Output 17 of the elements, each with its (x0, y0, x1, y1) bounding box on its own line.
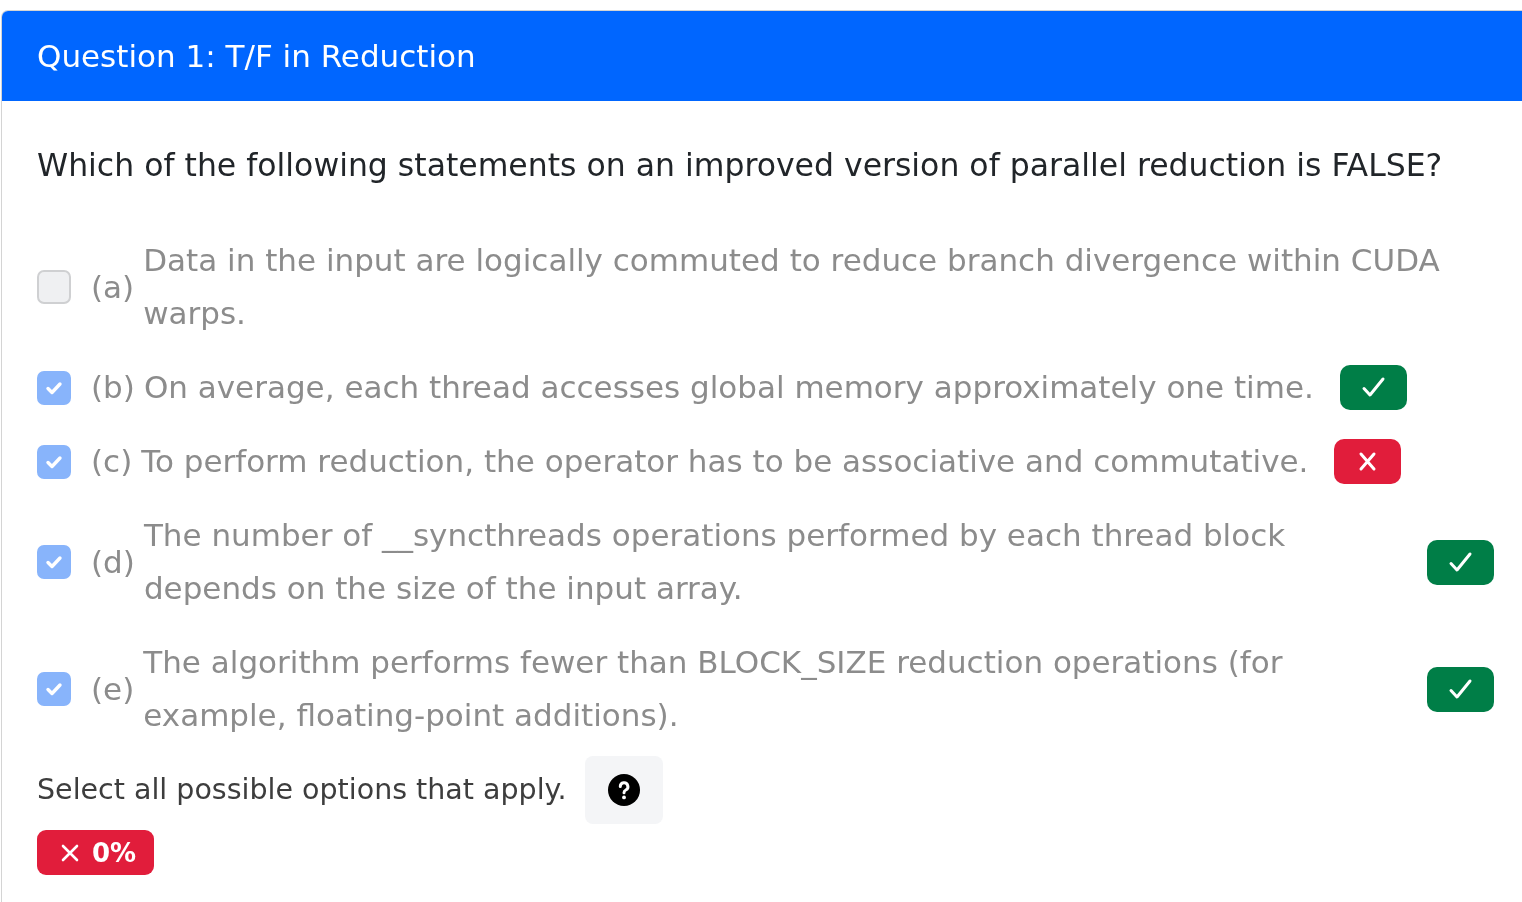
option-text: On average, each thread accesses global memory approximately one time. (143, 368, 1314, 407)
score-value: 0% (92, 836, 137, 869)
option-text: The algorithm performs fewer than BLOCK_SIZE reduction operations (for example, floating-point additions). (143, 643, 1284, 735)
option-letter: (a) (91, 267, 135, 307)
question-title: Question 1: T/F in Reduction (37, 37, 476, 76)
option-letter: (b) (91, 368, 135, 407)
option-letter: (c) (91, 442, 133, 481)
cross-icon (60, 842, 80, 863)
option-text: Data in the input are logically commuted to reduce branch divergence within CUDA warps. (143, 241, 1441, 333)
help-button[interactable] (585, 756, 664, 824)
option-letter: (d) (91, 542, 135, 582)
option-text: To perform reduction, the operator has to be associative and commutative. (141, 442, 1309, 481)
help-icon (608, 774, 641, 806)
instructions-text: Select all possible options that apply. (37, 772, 567, 808)
option-text: The number of __syncthreads operations performed by each thread block depends on the size of the input array. (143, 516, 1287, 608)
option-letter: (e) (91, 669, 135, 709)
question-prompt: Which of the following statements on an improved version of parallel reduction is FALSE? (37, 146, 1444, 185)
